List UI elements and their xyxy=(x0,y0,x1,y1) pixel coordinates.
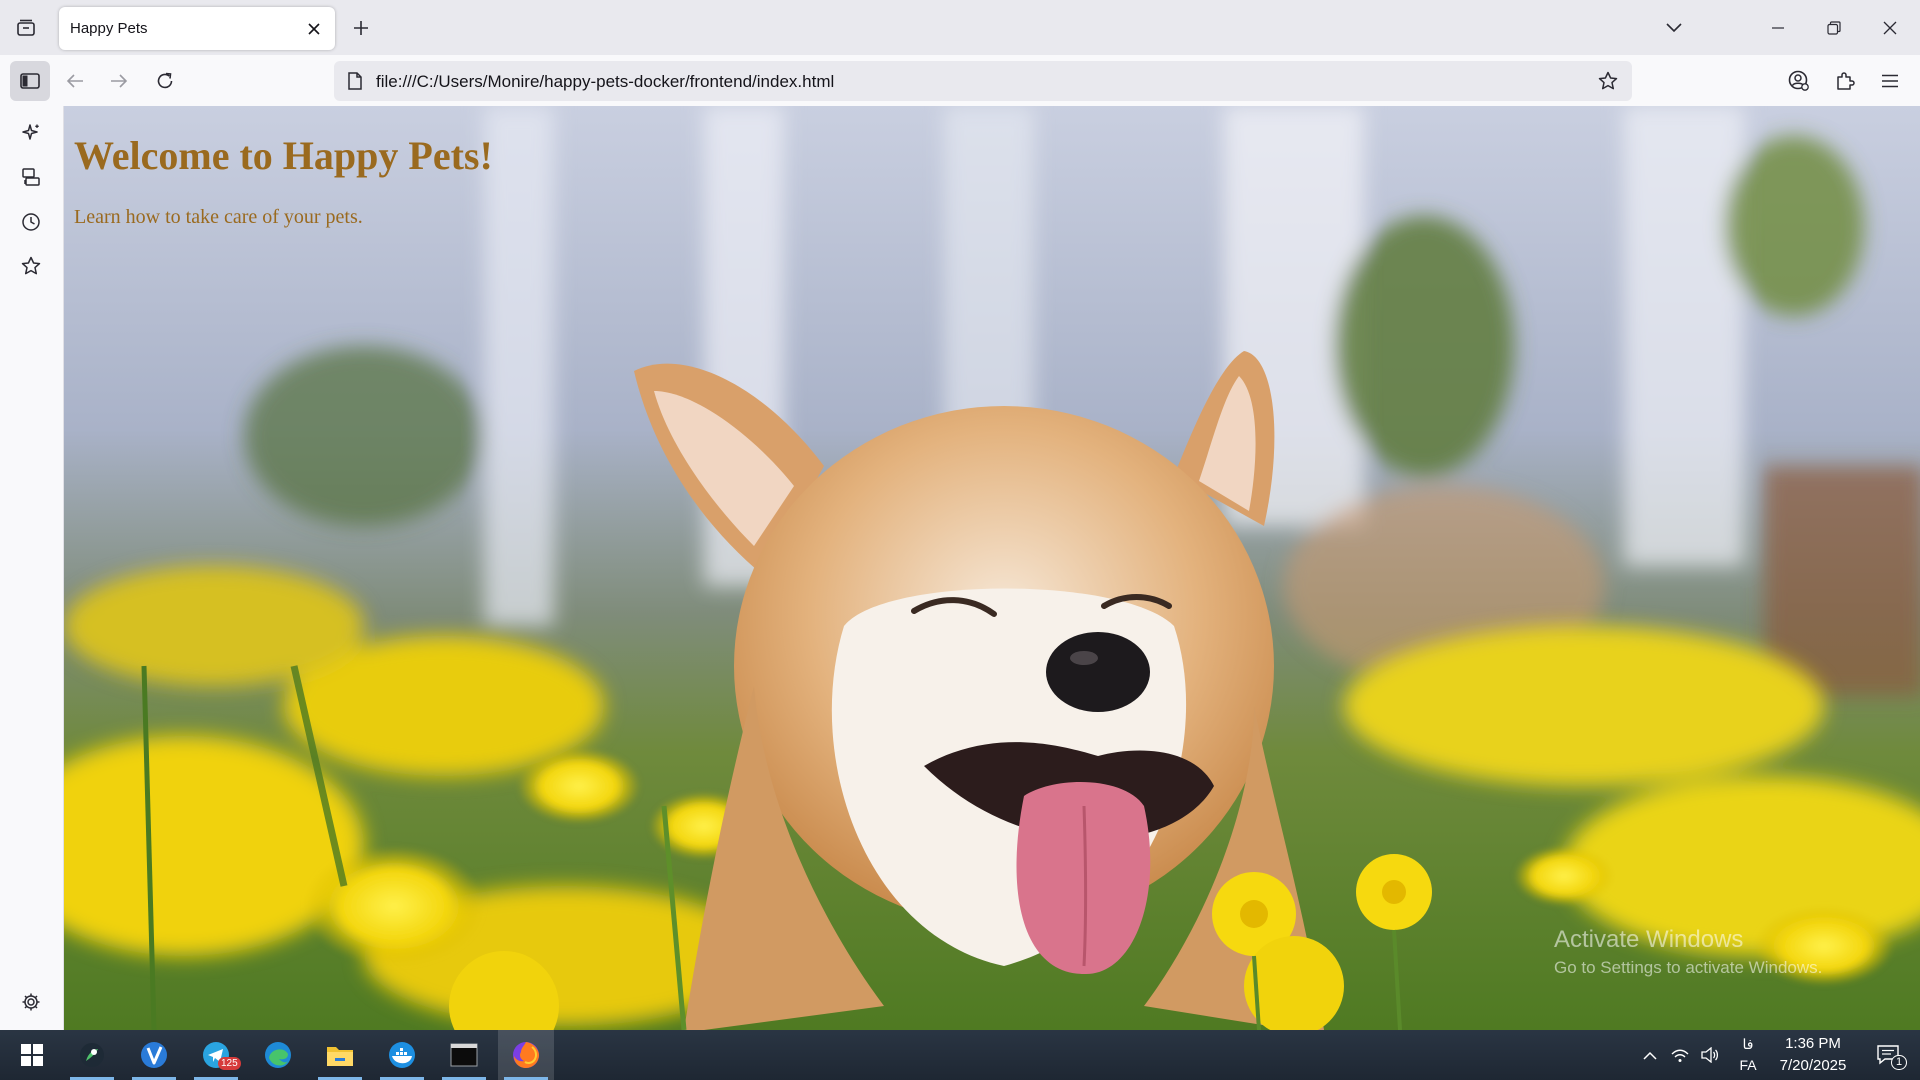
window-close-icon xyxy=(1883,21,1897,34)
window-close-button[interactable] xyxy=(1862,0,1918,55)
tab-close-button[interactable] xyxy=(301,16,327,42)
tab-list-icon xyxy=(17,19,35,36)
taskbar-terminal-app[interactable] xyxy=(436,1030,492,1080)
telegram-unread-badge: 125 xyxy=(218,1057,241,1070)
sidebar-bookmarks-button[interactable] xyxy=(11,246,51,286)
corgi-background-image xyxy=(64,106,1920,1030)
tab-title: Happy Pets xyxy=(70,20,148,37)
windows-taskbar: 125 فا FA 1:36 PM 7/20/2025 1 xyxy=(0,1030,1920,1080)
sidebar-toggle-icon xyxy=(20,73,40,89)
volume-button[interactable] xyxy=(1696,1030,1724,1080)
page-heading: Welcome to Happy Pets! xyxy=(74,133,493,178)
language-native: فا xyxy=(1742,1036,1754,1052)
tab-list-button[interactable] xyxy=(6,8,46,48)
wifi-icon xyxy=(1671,1049,1689,1062)
sidebar-synced-tabs-button[interactable] xyxy=(11,157,51,197)
browser-sidebar xyxy=(0,106,64,1030)
url-text[interactable]: file:///C:/Users/Monire/happy-pets-docke… xyxy=(376,72,834,92)
minimize-icon xyxy=(1772,26,1784,29)
back-icon xyxy=(66,74,83,88)
forward-icon xyxy=(111,74,128,88)
reload-icon xyxy=(157,72,173,89)
history-icon xyxy=(22,213,40,231)
extensions-icon xyxy=(1837,72,1855,90)
account-icon xyxy=(1788,70,1809,91)
address-bar[interactable]: file:///C:/Users/Monire/happy-pets-docke… xyxy=(334,61,1632,101)
vpn-app-icon xyxy=(141,1042,167,1068)
close-icon xyxy=(308,23,320,35)
extensions-button[interactable] xyxy=(1825,61,1865,101)
edge-icon xyxy=(265,1042,291,1068)
show-hidden-icons-button[interactable] xyxy=(1636,1030,1664,1080)
start-button[interactable] xyxy=(4,1030,60,1080)
network-button[interactable] xyxy=(1666,1030,1694,1080)
taskbar-vpn-app[interactable] xyxy=(126,1030,182,1080)
page-icon xyxy=(348,72,362,90)
speaker-icon xyxy=(1701,1047,1719,1063)
app-menu-button[interactable] xyxy=(1870,61,1910,101)
list-all-tabs-button[interactable] xyxy=(1654,8,1694,48)
restore-icon xyxy=(1827,20,1841,35)
restore-button[interactable] xyxy=(1806,0,1862,55)
clock-time: 1:36 PM xyxy=(1785,1035,1841,1052)
ai-sparkle-icon xyxy=(22,124,39,140)
reload-button[interactable] xyxy=(145,61,185,101)
bookmark-page-button[interactable] xyxy=(1592,65,1624,97)
tab-happy-pets[interactable]: Happy Pets xyxy=(59,7,335,50)
activate-windows-watermark: Activate Windows Go to Settings to activ… xyxy=(1554,926,1822,978)
bookmark-star-icon xyxy=(1598,71,1618,90)
language-code: FA xyxy=(1739,1057,1757,1073)
notification-count: 1 xyxy=(1891,1055,1908,1070)
firefox-icon xyxy=(513,1042,539,1068)
maps-app-icon xyxy=(80,1043,104,1067)
sidebar-ai-chatbot-button[interactable] xyxy=(11,113,51,153)
tab-strip: Happy Pets xyxy=(0,0,1920,55)
sidebar-settings-button[interactable] xyxy=(11,982,51,1022)
plus-icon xyxy=(354,21,368,35)
synced-tabs-icon xyxy=(22,168,40,186)
page-subtitle: Learn how to take care of your pets. xyxy=(74,206,363,228)
sidebar-history-button[interactable] xyxy=(11,202,51,242)
file-explorer-icon xyxy=(327,1047,353,1066)
forward-button[interactable] xyxy=(99,61,139,101)
menu-icon xyxy=(1882,74,1898,88)
taskbar-telegram-app[interactable]: 125 xyxy=(188,1030,244,1080)
new-tab-button[interactable] xyxy=(341,8,381,48)
start-icon xyxy=(21,1044,43,1066)
terminal-icon xyxy=(450,1043,478,1067)
taskbar-file-explorer[interactable] xyxy=(312,1030,368,1080)
taskbar-maps-app[interactable] xyxy=(64,1030,120,1080)
taskbar-firefox-app[interactable] xyxy=(498,1030,554,1080)
clock[interactable]: 1:36 PM 7/20/2025 xyxy=(1768,1033,1858,1077)
input-language-indicator[interactable]: فا FA xyxy=(1736,1034,1760,1076)
back-button[interactable] xyxy=(55,61,95,101)
navigation-toolbar: file:///C:/Users/Monire/happy-pets-docke… xyxy=(0,55,1920,106)
account-button[interactable] xyxy=(1779,61,1819,101)
watermark-title: Activate Windows xyxy=(1554,926,1744,953)
chevron-up-icon xyxy=(1643,1051,1657,1060)
sidebar-toggle-button[interactable] xyxy=(10,61,50,101)
settings-icon xyxy=(22,993,40,1011)
chevron-down-icon xyxy=(1666,23,1682,33)
clock-date: 7/20/2025 xyxy=(1779,1057,1847,1074)
taskbar-docker-app[interactable] xyxy=(374,1030,430,1080)
notification-center-button[interactable]: 1 xyxy=(1864,1030,1912,1080)
docker-icon xyxy=(389,1042,415,1068)
minimize-button[interactable] xyxy=(1750,0,1806,55)
watermark-subtitle: Go to Settings to activate Windows. xyxy=(1554,958,1823,977)
taskbar-edge-app[interactable] xyxy=(250,1030,306,1080)
bookmarks-icon xyxy=(21,256,41,275)
page-content: Welcome to Happy Pets! Learn how to take… xyxy=(64,106,1920,1030)
